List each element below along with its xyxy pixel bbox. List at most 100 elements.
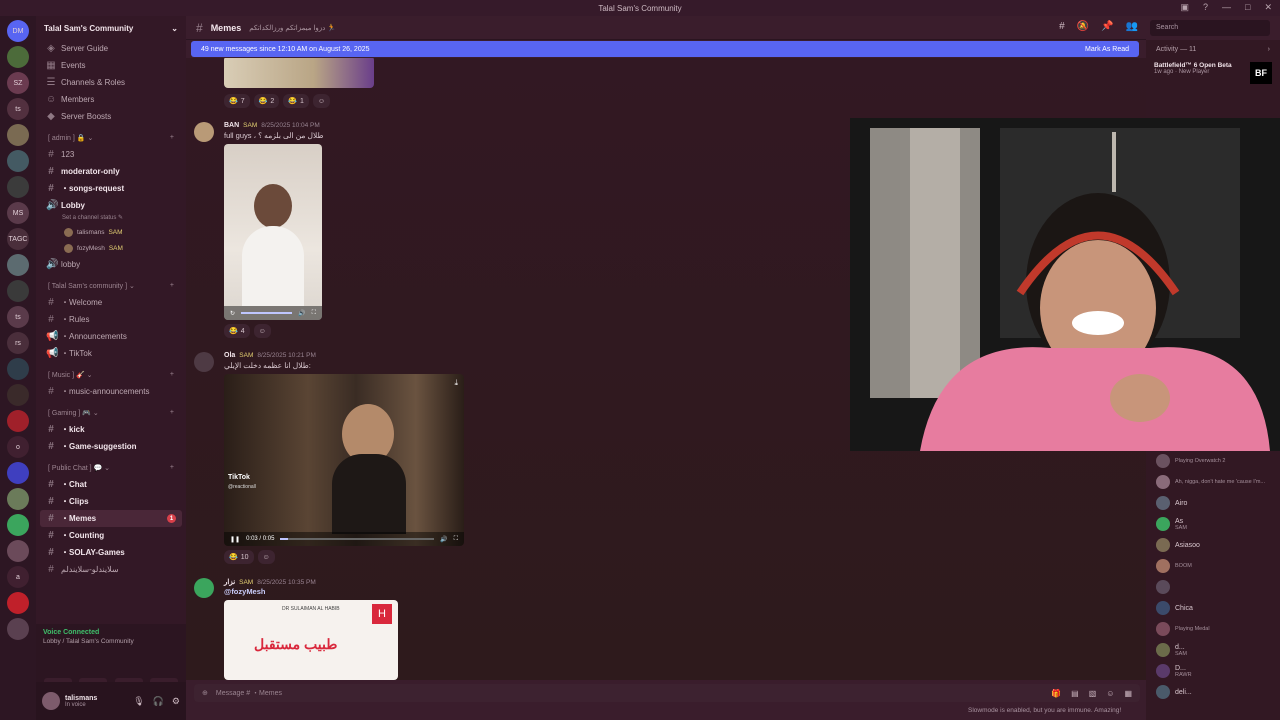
server-icon[interactable] (7, 176, 29, 198)
apps-icon[interactable]: ▦ (1124, 689, 1132, 698)
add-reaction-button[interactable]: ☺ (253, 324, 271, 338)
member-item[interactable]: Playing Medal (1156, 622, 1276, 636)
channel-songs-request[interactable]: # ・songs-request (40, 180, 182, 197)
channel-announcements[interactable]: 📢 ・Announcements (40, 328, 182, 345)
category-admin[interactable]: [ admin ] 🔒 ⌄ + (40, 129, 182, 146)
channel-music-announcements[interactable]: # ・music-announcements (40, 383, 182, 400)
server-icon[interactable] (7, 46, 29, 68)
server-icon[interactable] (7, 358, 29, 380)
member-item[interactable]: d... SAM (1156, 643, 1276, 657)
close-icon[interactable]: ✕ (1264, 2, 1272, 13)
reaction[interactable]: 😂 1 (283, 94, 309, 108)
sidebar-item-server-guide[interactable]: ◈ Server Guide (40, 40, 182, 57)
channel-solay-games[interactable]: # ・SOLAY-Games (40, 544, 182, 561)
member-item[interactable]: BOOM (1156, 559, 1276, 573)
server-icon[interactable] (7, 592, 29, 614)
server-icon[interactable]: rs (7, 332, 29, 354)
gear-icon[interactable]: ⚙ (172, 696, 180, 707)
mark-as-read-button[interactable]: Mark As Read (1085, 46, 1129, 53)
server-icon[interactable]: ts (7, 306, 29, 328)
gift-icon[interactable]: 🎁 (1051, 689, 1061, 698)
volume-icon[interactable]: 🔊 (298, 310, 305, 317)
add-reaction-button[interactable]: ☺ (257, 550, 275, 564)
avatar[interactable] (194, 122, 214, 142)
add-attachment-icon[interactable]: ⊕ (202, 689, 208, 697)
avatar[interactable] (42, 692, 60, 710)
server-icon[interactable] (7, 280, 29, 302)
add-reaction-button[interactable]: ☺ (312, 94, 331, 108)
voice-user[interactable]: talismans SAM (40, 224, 182, 240)
message-composer[interactable]: ⊕ Message # ・Memes 🎁 ▤ ▧ ☺ ▦ (194, 684, 1140, 702)
avatar[interactable] (194, 578, 214, 598)
search-input[interactable]: Search (1150, 20, 1270, 36)
message-input[interactable]: Message # ・Memes (216, 688, 282, 698)
voice-channel-lobby[interactable]: 🔊 Lobby (40, 197, 182, 214)
channel-chat[interactable]: # ・Chat (40, 476, 182, 493)
member-item[interactable]: Asiasoo (1156, 538, 1276, 552)
server-icon[interactable] (7, 618, 29, 640)
category-gaming[interactable]: [ Gaming ] 🎮 ⌄ + (40, 404, 182, 421)
server-icon[interactable]: o (7, 436, 29, 458)
sidebar-item-events[interactable]: ▦ Events (40, 57, 182, 74)
voice-user[interactable]: fozyMesh SAM (40, 240, 182, 256)
avatar[interactable] (194, 352, 214, 372)
server-icon[interactable] (7, 254, 29, 276)
new-messages-banner[interactable]: 49 new messages since 12:10 AM on August… (191, 41, 1139, 57)
plus-icon[interactable]: + (170, 371, 174, 378)
volume-icon[interactable]: 🔊 (440, 536, 447, 543)
threads-icon[interactable]: # (1059, 21, 1065, 32)
maximize-icon[interactable]: □ (1245, 2, 1250, 13)
server-icon[interactable]: MS (7, 202, 29, 224)
message-image[interactable] (224, 58, 374, 88)
message-author[interactable]: BAN (224, 122, 239, 129)
server-icon[interactable] (7, 540, 29, 562)
channel-arabic[interactable]: # سلايندلو-سلايندلم (40, 561, 182, 578)
member-item[interactable]: Ah, nigga, don't hate me 'cause I'm... (1156, 475, 1276, 489)
channel-rules[interactable]: # ・Rules (40, 311, 182, 328)
category-community[interactable]: [ Talal Sam's community ] ⌄ + (40, 277, 182, 294)
server-icon[interactable] (7, 124, 29, 146)
channel-status[interactable]: Set a channel status ✎ (40, 214, 182, 224)
channel-kick[interactable]: # ・kick (40, 421, 182, 438)
reaction[interactable]: 😂 2 (253, 94, 280, 108)
plus-icon[interactable]: + (170, 464, 174, 471)
category-music[interactable]: [ Music ] 🎸 ⌄ + (40, 366, 182, 383)
server-icon[interactable] (7, 150, 29, 172)
video-progress[interactable] (280, 538, 435, 540)
help-icon[interactable]: ? (1203, 2, 1208, 13)
message-author[interactable]: نزار (224, 579, 235, 586)
microphone-icon[interactable]: 🎙 (133, 696, 144, 707)
replay-icon[interactable]: ↻ (230, 310, 235, 317)
notification-icon[interactable]: 🔕 (1077, 21, 1089, 32)
message-image[interactable]: H DR SULAIMAN AL HABIB طبيب مستقبل (224, 600, 398, 680)
voice-location[interactable]: Lobby / Talal Sam's Community (43, 638, 179, 645)
server-header[interactable]: Talal Sam's Community ⌄ (36, 16, 186, 40)
headphones-icon[interactable]: 🎧 (153, 696, 164, 707)
server-icon[interactable] (7, 410, 29, 432)
server-icon[interactable] (7, 462, 29, 484)
sticker-icon[interactable]: ▧ (1089, 689, 1097, 698)
voice-channel-lobby-text[interactable]: 🔊 lobby (40, 256, 182, 273)
channel-welcome[interactable]: # ・Welcome (40, 294, 182, 311)
channel-memes[interactable]: # ・Memes 1 (40, 510, 182, 527)
server-icon[interactable] (7, 384, 29, 406)
sidebar-item-server-boosts[interactable]: ◆ Server Boosts (40, 108, 182, 125)
reaction[interactable]: 😂 4 (224, 324, 250, 338)
channel-123[interactable]: #123 (40, 146, 182, 163)
sidebar-item-channels-roles[interactable]: ☰ Channels & Roles (40, 74, 182, 91)
channel-moderator-only[interactable]: # moderator-only (40, 163, 182, 180)
server-icon[interactable] (7, 514, 29, 536)
download-icon[interactable]: ⤓ (454, 378, 458, 388)
server-icon[interactable]: a (7, 566, 29, 588)
pause-icon[interactable]: ❚❚ (230, 536, 240, 543)
inbox-icon[interactable]: ▣ (1180, 2, 1189, 13)
message-video[interactable]: ↻ 🔊 ⛶ (224, 144, 322, 320)
message-author[interactable]: Ola (224, 352, 235, 359)
channel-game-suggestion[interactable]: # ・Game-suggestion (40, 438, 182, 455)
member-item[interactable]: deli... (1156, 685, 1276, 699)
chevron-right-icon[interactable]: › (1268, 46, 1270, 53)
member-item[interactable]: Airo (1156, 496, 1276, 510)
channel-topic[interactable]: دزوا ميمزاتكم ورزالكداتكم 🏃 (249, 24, 336, 32)
member-item[interactable]: Chica (1156, 601, 1276, 615)
member-item[interactable] (1156, 580, 1276, 594)
